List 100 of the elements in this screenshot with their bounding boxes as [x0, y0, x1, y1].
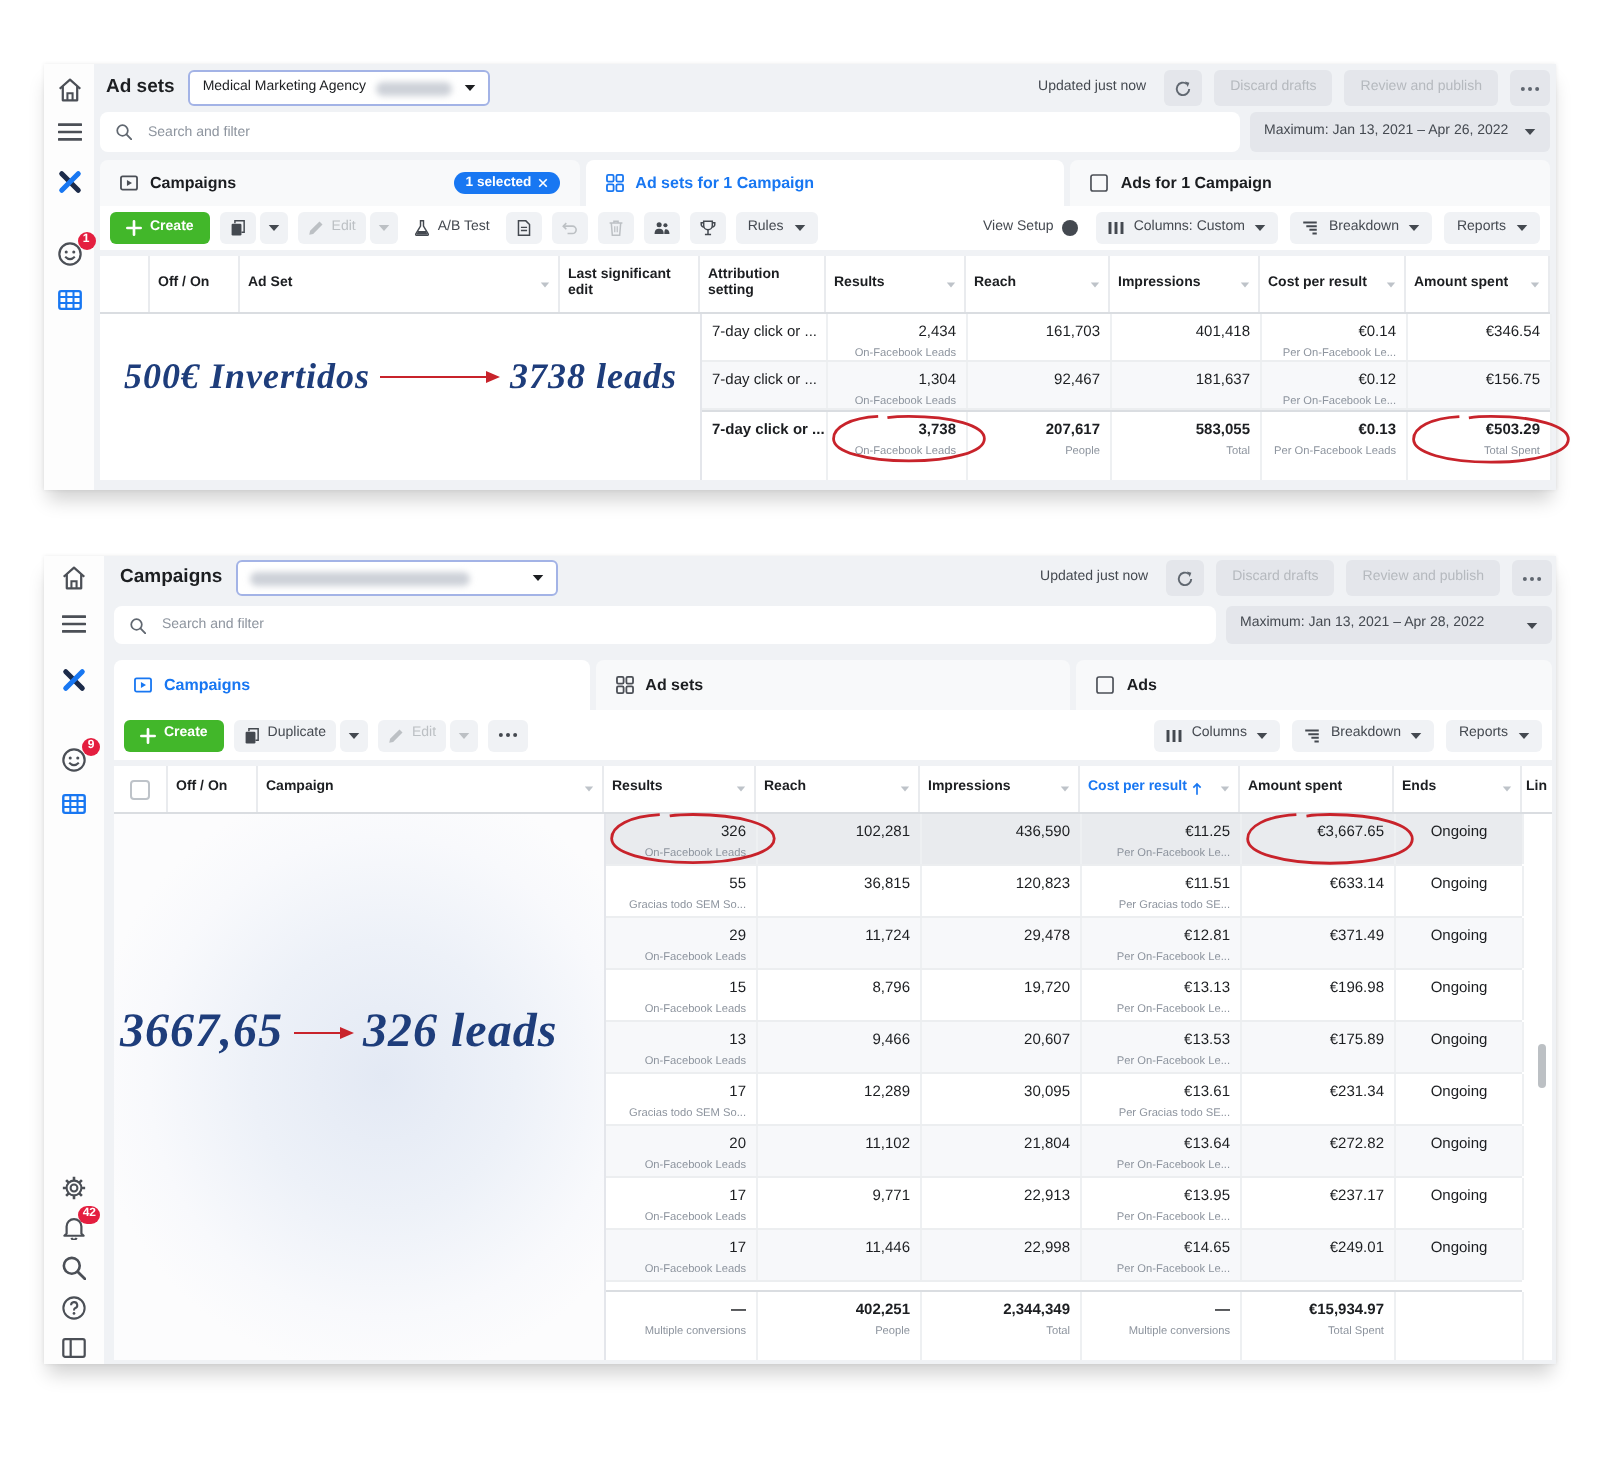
caret-down-icon	[1060, 786, 1070, 792]
trophy-icon	[699, 220, 716, 236]
cross-logo-icon[interactable]	[57, 170, 81, 194]
refresh-icon	[1174, 79, 1193, 97]
smiley-icon[interactable]	[57, 242, 81, 266]
caret-down-icon	[1502, 786, 1512, 792]
caret-down-icon	[458, 731, 471, 739]
play-square-icon	[120, 174, 138, 192]
arrow	[293, 1025, 353, 1040]
more-icon	[498, 732, 519, 738]
square-icon	[1090, 174, 1109, 192]
caret-down-icon	[900, 786, 910, 792]
home-icon[interactable]	[62, 566, 86, 590]
handwritten-note: 326 leads	[363, 1006, 558, 1059]
page-title: Campaigns	[118, 567, 223, 589]
caret-down-icon	[1408, 224, 1421, 232]
close-icon	[537, 178, 548, 188]
caret-down-icon	[1526, 621, 1538, 629]
handwritten-note: 3667,65	[120, 1006, 283, 1059]
document-button[interactable]	[505, 212, 542, 244]
table-icon[interactable]	[57, 288, 81, 312]
tab[interactable]: Ad sets for 1 Campaign	[585, 160, 1065, 206]
page-title: Ad sets	[104, 77, 175, 99]
caret-down-icon	[1386, 281, 1396, 287]
copy-icon	[229, 220, 246, 236]
more-button[interactable]	[1512, 560, 1552, 596]
duplicate-button[interactable]	[219, 212, 256, 244]
menu-icon[interactable]	[57, 120, 81, 144]
caret-down-icon	[1524, 128, 1536, 136]
trash-icon	[607, 220, 624, 236]
people-icon	[653, 220, 670, 236]
table-icon[interactable]	[62, 792, 86, 816]
cross-logo-icon[interactable]	[62, 668, 86, 692]
dropdown-button[interactable]	[259, 212, 288, 244]
plus-icon	[126, 220, 142, 236]
caret-down-icon	[347, 731, 360, 739]
more-button[interactable]	[1510, 70, 1550, 106]
caret-down-icon	[464, 84, 477, 92]
smiley-icon[interactable]	[62, 748, 86, 772]
breakdown-icon	[1304, 727, 1321, 743]
columns-icon	[1107, 220, 1124, 236]
handwritten-note: 3738 leads	[510, 358, 678, 398]
caret-down-icon	[793, 224, 806, 232]
square-icon	[1096, 676, 1115, 694]
caret-down-icon	[736, 786, 746, 792]
caret-down-icon	[584, 786, 594, 792]
play-square-icon	[134, 676, 152, 694]
caret-down-icon	[1240, 281, 1250, 287]
copy-icon	[243, 727, 260, 743]
caret-down-icon	[1516, 224, 1528, 232]
arrow	[380, 370, 501, 385]
grid-icon	[605, 174, 624, 192]
flask-icon	[413, 220, 430, 236]
home-icon[interactable]	[57, 78, 81, 102]
more-icon	[1520, 85, 1540, 91]
tab[interactable]: Ad sets	[595, 660, 1071, 710]
caret-down-icon	[1256, 731, 1269, 739]
plus-icon	[140, 727, 156, 743]
refresh-button[interactable]	[1164, 70, 1203, 106]
grid-icon	[615, 676, 634, 694]
tab[interactable]: Ads	[1076, 660, 1553, 710]
caret-down-icon	[1220, 786, 1230, 792]
refresh-icon	[1176, 569, 1195, 587]
caret-down-icon	[946, 281, 956, 287]
help-icon[interactable]	[62, 1296, 86, 1320]
more-button[interactable]	[488, 719, 529, 751]
settings-icon[interactable]	[62, 1176, 86, 1200]
tab[interactable]: Ads for 1 Campaign	[1070, 160, 1551, 206]
search-icon[interactable]	[62, 1256, 86, 1280]
tab[interactable]: Campaigns	[114, 660, 590, 710]
panel-icon[interactable]	[62, 1336, 86, 1360]
trophy-button[interactable]	[689, 212, 726, 244]
columns-icon	[1165, 727, 1182, 743]
bell-icon[interactable]	[62, 1216, 86, 1240]
caret-down-icon	[1518, 731, 1530, 739]
handwritten-note: 500€ Invertidos	[124, 358, 371, 398]
caret-down-icon	[540, 281, 550, 287]
caret-down-icon	[1530, 281, 1540, 287]
breakdown-icon	[1302, 220, 1319, 236]
dropdown-button[interactable]	[339, 719, 368, 751]
search-icon	[116, 124, 132, 140]
caret-down-icon	[1410, 731, 1423, 739]
document-icon	[515, 220, 532, 236]
more-icon	[1522, 575, 1542, 581]
caret-down-icon	[532, 574, 545, 582]
caret-down-icon	[1090, 281, 1100, 287]
toggle-dot-icon	[1061, 220, 1078, 236]
pencil-icon	[307, 220, 324, 236]
checkbox[interactable]	[130, 779, 150, 799]
caret-down-icon	[267, 224, 280, 232]
menu-icon[interactable]	[62, 612, 86, 636]
caret-down-icon	[1254, 224, 1267, 232]
caret-down-icon	[377, 224, 390, 232]
search-icon	[130, 617, 146, 633]
pencil-icon	[387, 727, 404, 743]
undo-icon	[561, 220, 578, 236]
sort-arrow-icon	[1192, 782, 1203, 796]
refresh-button[interactable]	[1166, 560, 1205, 596]
scrollbar-thumb[interactable]	[1538, 1044, 1546, 1088]
people-button[interactable]	[643, 212, 680, 244]
